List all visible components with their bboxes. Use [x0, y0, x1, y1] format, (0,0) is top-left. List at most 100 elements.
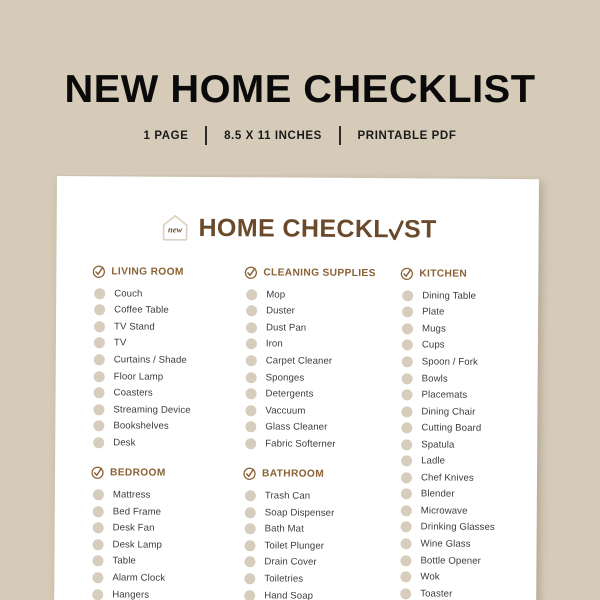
checkbox-dot[interactable] — [400, 488, 412, 500]
list-item[interactable]: Streaming Device — [91, 401, 243, 419]
list-item[interactable]: Table — [90, 553, 242, 571]
list-item[interactable]: Hand Soap — [242, 587, 398, 600]
checkbox-dot[interactable] — [92, 539, 104, 551]
list-item[interactable]: Wine Glass — [399, 535, 539, 552]
list-item[interactable]: Dining Chair — [399, 403, 539, 420]
list-item[interactable]: Chef Knives — [399, 469, 539, 486]
list-item[interactable]: Dust Pan — [244, 319, 400, 337]
list-item[interactable]: Bed Frame — [91, 503, 243, 521]
checkbox-dot[interactable] — [93, 436, 105, 449]
list-item[interactable]: Toaster — [398, 585, 538, 600]
checkbox-dot[interactable] — [245, 437, 257, 450]
list-item[interactable]: Bath Mat — [243, 521, 399, 539]
checkbox-dot[interactable] — [402, 290, 414, 302]
list-item[interactable]: Bottle Opener — [398, 552, 538, 569]
checkbox-dot[interactable] — [400, 571, 412, 583]
checkbox-dot[interactable] — [92, 572, 104, 584]
list-item[interactable]: Spoon / Fork — [400, 353, 540, 370]
checkbox-dot[interactable] — [400, 554, 412, 566]
checkbox-dot[interactable] — [245, 388, 257, 400]
checkbox-dot[interactable] — [400, 521, 412, 533]
list-item[interactable]: Fabric Softerner — [243, 435, 399, 453]
list-item[interactable]: Mop — [244, 286, 400, 304]
list-item[interactable]: Soap Dispenser — [243, 504, 399, 522]
list-item[interactable]: Toiletries — [242, 570, 398, 588]
list-item[interactable]: Ladle — [399, 453, 539, 470]
checkbox-dot[interactable] — [400, 472, 413, 484]
checkbox-dot[interactable] — [246, 289, 258, 301]
checkbox-dot[interactable] — [401, 339, 413, 351]
list-item[interactable]: Desk — [91, 434, 243, 452]
list-item[interactable]: TV Stand — [92, 318, 244, 336]
list-item[interactable]: Bookshelves — [91, 418, 243, 436]
list-item[interactable]: Curtains / Shade — [92, 351, 244, 369]
list-item[interactable]: Detergents — [244, 386, 400, 404]
list-item[interactable]: Drain Cover — [242, 554, 398, 572]
list-item[interactable]: Wok — [398, 569, 538, 586]
checkbox-dot[interactable] — [93, 354, 105, 366]
checkbox-dot[interactable] — [246, 305, 258, 317]
list-item[interactable]: Vaccuum — [243, 402, 399, 420]
checkbox-dot[interactable] — [244, 556, 256, 568]
list-item[interactable]: Cups — [400, 337, 540, 354]
checkbox-dot[interactable] — [245, 338, 257, 350]
checkbox-dot[interactable] — [245, 355, 257, 367]
checkbox-dot[interactable] — [92, 489, 104, 501]
checkbox-dot[interactable] — [244, 589, 256, 600]
list-item[interactable]: Dining Table — [400, 287, 540, 304]
checkbox-dot[interactable] — [400, 505, 412, 517]
checkbox-dot[interactable] — [245, 404, 257, 416]
checkbox-dot[interactable] — [401, 438, 413, 451]
list-item[interactable]: Mattress — [91, 487, 243, 505]
list-item[interactable]: Glass Cleaner — [243, 419, 399, 437]
list-item[interactable]: Couch — [92, 285, 244, 303]
list-item[interactable]: Desk Fan — [91, 520, 243, 538]
list-item[interactable]: Spatula — [399, 436, 539, 453]
list-item[interactable]: Drinking Glasses — [399, 519, 539, 536]
list-item[interactable]: Mugs — [400, 320, 540, 337]
checkbox-dot[interactable] — [92, 588, 104, 600]
list-item[interactable]: Floor Lamp — [92, 368, 244, 386]
checkbox-dot[interactable] — [401, 405, 413, 417]
checkbox-dot[interactable] — [244, 573, 256, 585]
list-item[interactable]: Alarm Clock — [90, 569, 242, 587]
checkbox-dot[interactable] — [245, 421, 257, 433]
checkbox-dot[interactable] — [401, 356, 413, 368]
checkbox-dot[interactable] — [93, 321, 106, 333]
list-item[interactable]: Coffee Table — [92, 302, 244, 320]
list-item[interactable]: Iron — [244, 336, 400, 354]
list-item[interactable]: Trash Can — [243, 488, 399, 506]
checkbox-dot[interactable] — [93, 420, 105, 432]
checkbox-dot[interactable] — [94, 288, 106, 300]
list-item[interactable]: Coasters — [92, 385, 244, 403]
checkbox-dot[interactable] — [244, 540, 256, 552]
list-item[interactable]: Sponges — [244, 369, 400, 387]
checkbox-dot[interactable] — [93, 370, 105, 382]
checkbox-dot[interactable] — [244, 507, 256, 519]
checkbox-dot[interactable] — [94, 304, 106, 316]
list-item[interactable]: Placemats — [400, 387, 540, 404]
checkbox-dot[interactable] — [93, 403, 105, 415]
list-item[interactable]: Desk Lamp — [91, 536, 243, 554]
checkbox-dot[interactable] — [401, 323, 414, 335]
list-item[interactable]: Bowls — [400, 370, 540, 387]
list-item[interactable]: Blender — [399, 486, 539, 503]
checkbox-dot[interactable] — [401, 422, 413, 434]
list-item[interactable]: Microwave — [399, 502, 539, 519]
checkbox-dot[interactable] — [93, 387, 105, 399]
checkbox-dot[interactable] — [402, 306, 414, 318]
checkbox-dot[interactable] — [244, 490, 256, 502]
checkbox-dot[interactable] — [92, 506, 104, 518]
checkbox-dot[interactable] — [92, 555, 104, 567]
list-item[interactable]: TV — [92, 335, 244, 353]
checkbox-dot[interactable] — [400, 587, 412, 599]
list-item[interactable]: Hangers — [90, 586, 242, 600]
checkbox-dot[interactable] — [401, 389, 413, 401]
list-item[interactable]: Toilet Plunger — [242, 537, 398, 555]
list-item[interactable]: Plate — [400, 304, 540, 321]
list-item[interactable]: Cutting Board — [399, 420, 539, 437]
checkbox-dot[interactable] — [92, 522, 104, 534]
checkbox-dot[interactable] — [401, 455, 413, 467]
checkbox-dot[interactable] — [401, 372, 413, 384]
checkbox-dot[interactable] — [400, 538, 412, 550]
